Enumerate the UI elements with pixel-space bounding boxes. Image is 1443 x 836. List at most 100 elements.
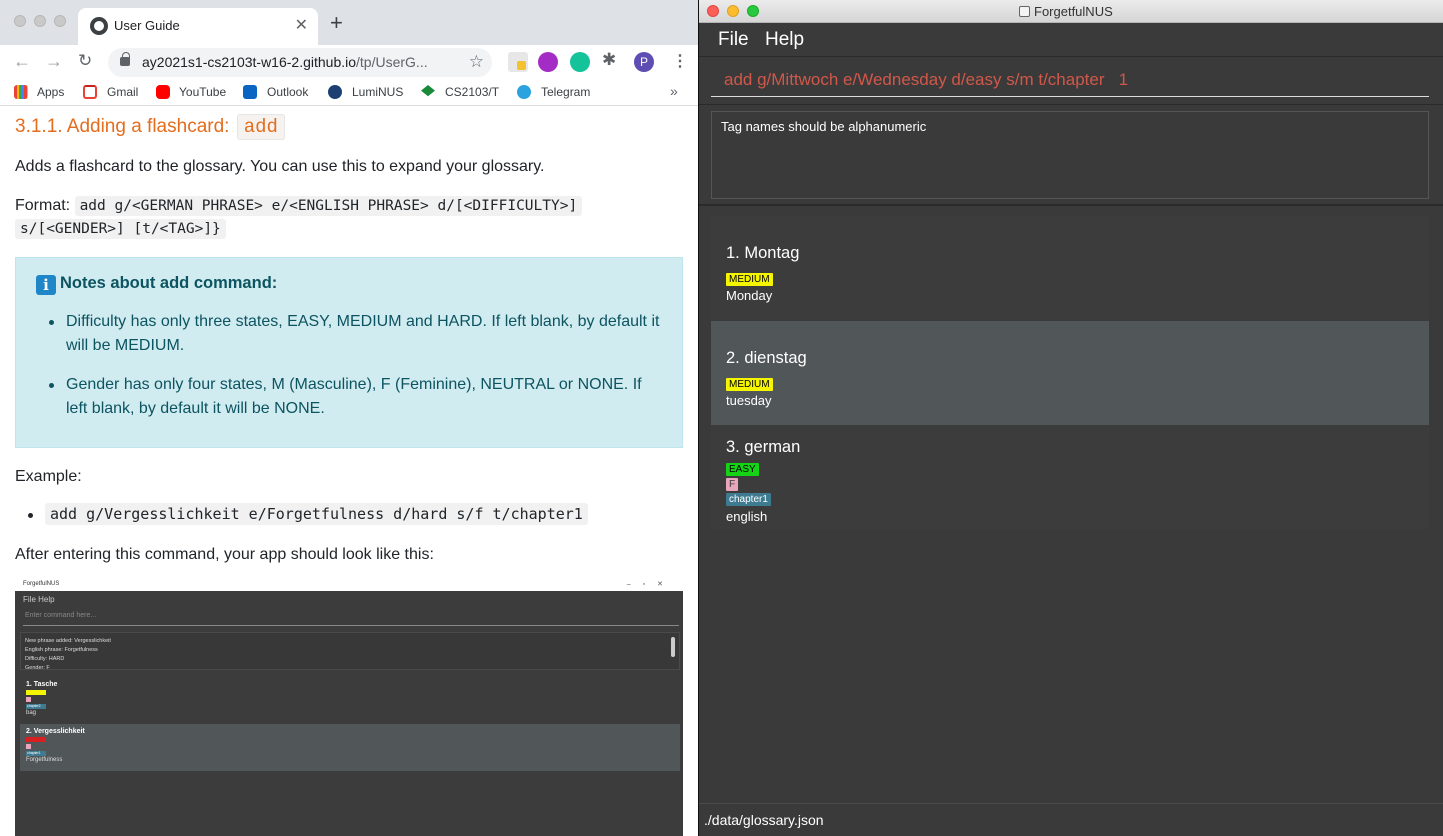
bookmark-gmail[interactable]: Gmail [107, 85, 138, 99]
mini-tag-badge: chapter1 [26, 751, 46, 756]
command-input[interactable] [711, 64, 1429, 97]
app-screenshot-image: ForgetfulNUS –▫✕ File Help Enter command… [15, 580, 683, 836]
command-box [699, 57, 1443, 104]
mini-card: 1. Tasche chapter2 bag [20, 677, 680, 724]
minimize-window-button[interactable] [34, 15, 46, 27]
mini-command-input: Enter command here... [23, 612, 679, 626]
puzzle-icon[interactable]: ✱ [602, 50, 622, 70]
flashcard-german: 2. dienstag [726, 349, 807, 367]
mini-card-english: Forgetfulness [26, 757, 63, 763]
mini-titlebar: ForgetfulNUS –▫✕ [15, 580, 683, 591]
mini-title: ForgetfulNUS [23, 581, 60, 587]
after-command-text: After entering this command, your app sh… [15, 546, 434, 563]
flashcard-card[interactable]: 3. german EASY F chapter1 english [711, 425, 1429, 529]
mini-result-line: Gender: F [25, 665, 50, 671]
close-app-button[interactable] [707, 5, 719, 17]
info-icon: i [36, 275, 56, 295]
result-message: Tag names should be alphanumeric [721, 119, 927, 134]
grammarly-icon[interactable] [570, 52, 590, 72]
user-guide-page: 3.1.1. Adding a flashcard: add Adds a fl… [0, 106, 698, 836]
graduation-cap-icon [421, 85, 435, 97]
mini-menu: File Help [23, 595, 55, 604]
mini-gender-badge [26, 697, 31, 702]
close-tab-icon[interactable]: ✕ [295, 15, 308, 35]
new-tab-button[interactable]: + [330, 12, 343, 34]
browser-window: User Guide ✕ + ← → ↻ ay2021s1-cs2103t-w1… [0, 0, 698, 836]
format-label: Format: [15, 197, 71, 214]
app-menubar: File Help [699, 23, 1443, 57]
lock-icon [120, 52, 130, 66]
more-bookmarks-icon[interactable]: » [670, 83, 678, 99]
menu-help[interactable]: Help [765, 29, 804, 51]
mini-result-box: New phrase added: Vergesslichkeit Englis… [20, 632, 680, 671]
intro-text: Adds a flashcard to the glossary. You ca… [15, 158, 545, 175]
forward-icon[interactable]: → [45, 51, 63, 72]
address-bar[interactable]: ay2021s1-cs2103t-w16-2.github.io/tp/User… [108, 48, 492, 77]
result-display-panel: Tag names should be alphanumeric [699, 104, 1443, 204]
heading-code: add [236, 114, 285, 140]
zoom-app-button[interactable] [747, 5, 759, 17]
minimize-app-button[interactable] [727, 5, 739, 17]
bookmark-cs2103t[interactable]: CS2103/T [445, 85, 499, 99]
example-item: add g/Vergesslichkeit e/Forgetfulness d/… [28, 503, 588, 525]
browser-tab-user-guide[interactable]: User Guide ✕ [78, 8, 318, 45]
flashcard-card[interactable]: 1. Montag MEDIUM Monday [711, 216, 1429, 320]
mini-tag-badge: chapter2 [26, 704, 46, 709]
note-item: Difficulty has only three states, EASY, … [49, 310, 666, 358]
mini-card-name: 1. Tasche [26, 681, 58, 688]
youtube-icon [156, 85, 170, 99]
reload-icon[interactable]: ↻ [78, 51, 92, 71]
flashcard-english: english [726, 509, 768, 524]
mini-result-line: English phrase: Forgetfulness [25, 647, 98, 653]
luminus-icon [328, 85, 342, 99]
bookmark-outlook[interactable]: Outlook [267, 85, 308, 99]
zoom-window-button[interactable] [54, 15, 66, 27]
tag-badge: chapter1 [726, 493, 771, 506]
eyedropper-extension-icon[interactable] [508, 52, 528, 72]
mini-result-line: Difficulty: HARD [25, 656, 65, 662]
mini-card: 2. Vergesslichkeit chapter1 Forgetfulnes… [20, 724, 680, 771]
browser-tab-bar: User Guide ✕ + [0, 0, 698, 45]
save-location: ./data/glossary.json [704, 812, 824, 828]
url-text: ay2021s1-cs2103t-w16-2.github.io/tp/User… [142, 54, 428, 70]
menu-file[interactable]: File [718, 29, 749, 51]
status-bar: ./data/glossary.json [699, 803, 1443, 836]
outlook-icon [243, 85, 257, 99]
result-display: Tag names should be alphanumeric [711, 111, 1429, 199]
format-line: Format: add g/<GERMAN PHRASE> e/<ENGLISH… [15, 196, 583, 216]
note-item: Gender has only four states, M (Masculin… [49, 373, 666, 421]
bookmark-youtube[interactable]: YouTube [179, 85, 226, 99]
mini-difficulty-badge [26, 737, 46, 742]
app-title: ForgetfulNUS [1019, 4, 1113, 19]
mini-window-controls: –▫✕ [626, 581, 675, 588]
example-code: add g/Vergesslichkeit e/Forgetfulness d/… [45, 503, 588, 525]
gmail-icon [83, 85, 97, 99]
bookmark-luminus[interactable]: LumiNUS [352, 85, 403, 99]
mini-card-english: bag [26, 710, 37, 716]
kebab-menu-icon[interactable]: ⋮ [672, 51, 688, 71]
tab-title: User Guide [114, 18, 180, 33]
difficulty-badge: MEDIUM [726, 273, 773, 286]
flashcard-german: 1. Montag [726, 244, 800, 262]
close-window-button[interactable] [14, 15, 26, 27]
mini-card-list: 1. Tasche chapter2 bag 2. Vergesslichkei… [20, 677, 680, 775]
extension-icon-purple[interactable] [538, 52, 558, 72]
example-label: Example: [15, 468, 82, 485]
notes-title: Notes about add command: [60, 274, 278, 292]
bookmark-telegram[interactable]: Telegram [541, 85, 590, 99]
back-icon[interactable]: ← [13, 51, 31, 72]
gender-badge: F [726, 478, 739, 491]
profile-avatar[interactable]: P [634, 52, 654, 72]
mini-result-line: New phrase added: Vergesslichkeit [25, 638, 111, 644]
section-heading: 3.1.1. Adding a flashcard: add [15, 114, 285, 140]
flashcard-card[interactable]: 2. dienstag MEDIUM tuesday [711, 321, 1429, 425]
format-code-continued: s/[<GENDER>] [t/<TAG>]} [15, 219, 226, 239]
bookmark-apps[interactable]: Apps [37, 85, 64, 99]
bookmark-star-icon[interactable]: ☆ [469, 52, 484, 72]
flashcard-list[interactable]: 1. Montag MEDIUM Monday 2. dienstag MEDI… [699, 205, 1443, 803]
github-icon [90, 17, 108, 35]
app-titlebar: ForgetfulNUS [699, 0, 1443, 23]
app-window-icon [1019, 6, 1030, 17]
difficulty-badge: MEDIUM [726, 378, 773, 391]
mini-scrollbar [671, 637, 675, 657]
